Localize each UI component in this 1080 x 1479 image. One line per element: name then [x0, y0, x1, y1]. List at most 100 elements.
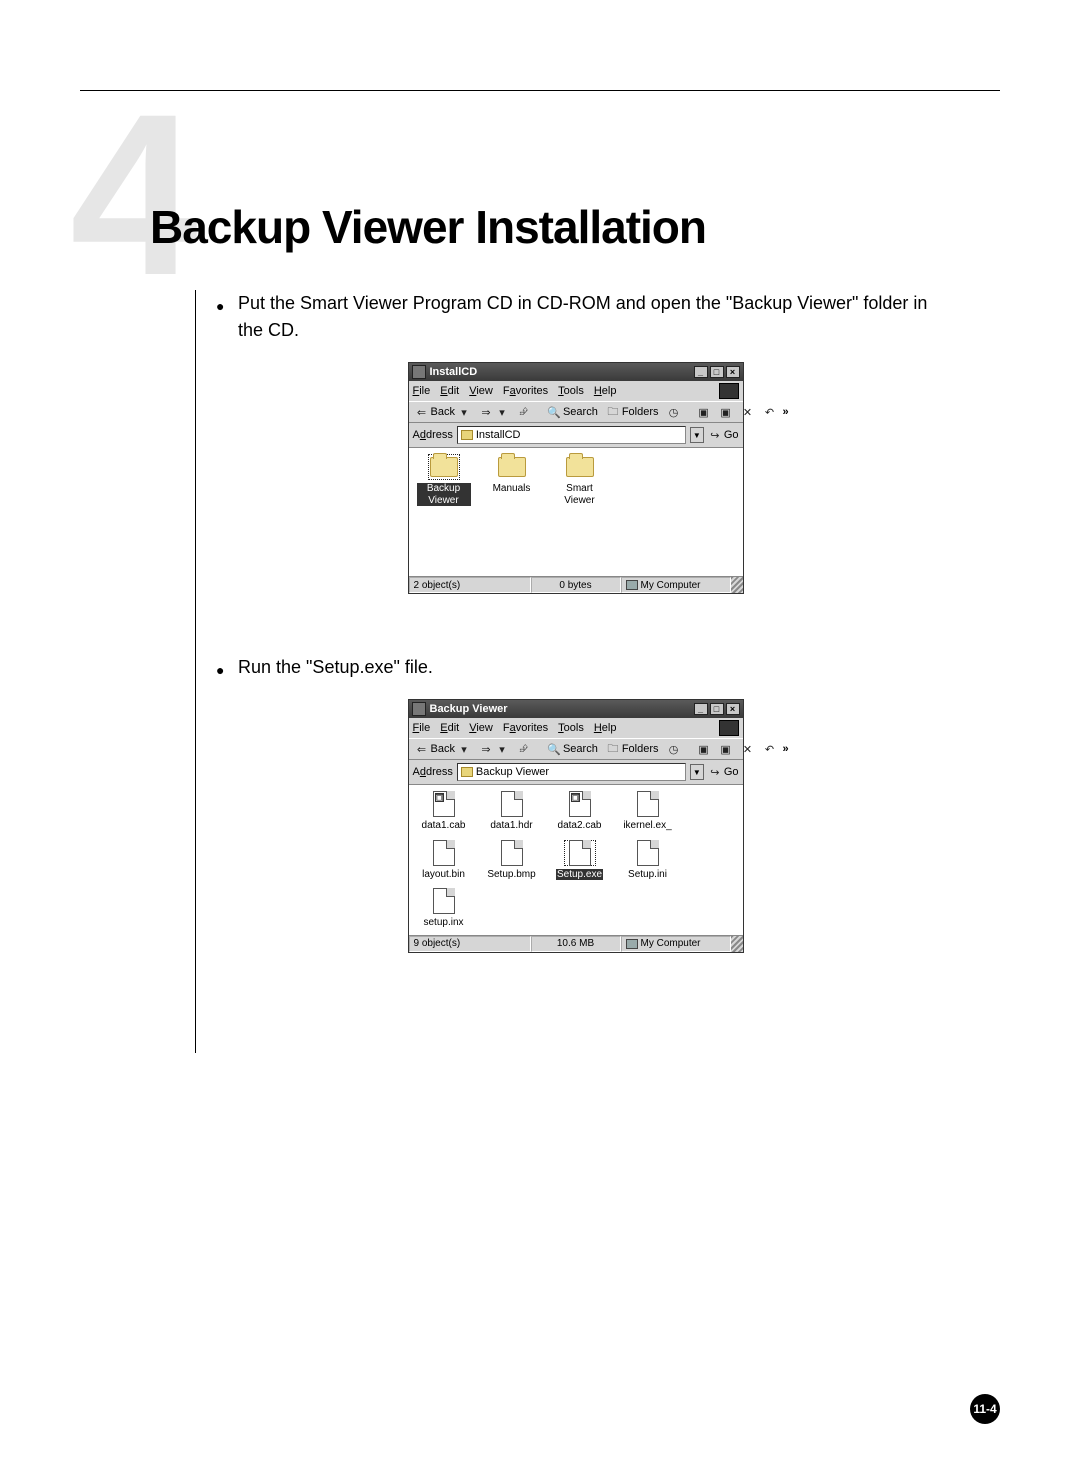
toolbar: ⇐Back▾ ⇒▾ ⮵ 🔍Search 🗀Folders ◷ ▣ ▣ ✕ ↶ » [409, 738, 743, 760]
maximize-button[interactable]: □ [710, 703, 724, 715]
back-arrow-icon: ⇐ [415, 405, 429, 419]
delete-button[interactable]: ✕ [739, 742, 757, 756]
back-button[interactable]: ⇐Back▾ [413, 742, 473, 756]
menu-help[interactable]: Help [594, 385, 617, 397]
forward-arrow-icon: ⇒ [479, 742, 493, 756]
body-column: Put the Smart Viewer Program CD in CD-RO… [195, 290, 935, 1053]
search-icon: 🔍 [547, 742, 561, 756]
item-label: Setup.ini [628, 869, 667, 881]
bullet-item: Put the Smart Viewer Program CD in CD-RO… [216, 290, 935, 344]
my-computer-icon [626, 939, 638, 949]
menu-view[interactable]: View [469, 385, 493, 397]
chevron-down-icon: ▾ [495, 742, 509, 756]
file-item-data1-hdr[interactable]: data1.hdr [485, 791, 539, 832]
move-to-button[interactable]: ▣ [695, 405, 713, 419]
forward-button[interactable]: ⇒▾ [477, 405, 511, 419]
forward-button[interactable]: ⇒▾ [477, 742, 511, 756]
copy-to-icon: ▣ [719, 405, 733, 419]
menu-view[interactable]: View [469, 722, 493, 734]
address-label: Address [413, 766, 453, 778]
folder-icon [461, 767, 473, 777]
chapter-number-bg: 4 [70, 80, 188, 310]
menu-favorites[interactable]: Favorites [503, 722, 548, 734]
file-item-setup-exe[interactable]: Setup.exe [553, 840, 607, 881]
item-label: Manuals [493, 483, 531, 495]
minimize-button[interactable]: _ [694, 366, 708, 378]
item-label: Setup.exe [556, 869, 603, 881]
file-item-data2-cab[interactable]: ▣ data2.cab [553, 791, 607, 832]
file-item-data1-cab[interactable]: ▣ data1.cab [417, 791, 471, 832]
file-item-ikernel-ex[interactable]: ikernel.ex_ [621, 791, 675, 832]
file-item-setup-ini[interactable]: Setup.ini [621, 840, 675, 881]
menu-file[interactable]: File [413, 722, 431, 734]
back-button[interactable]: ⇐Back▾ [413, 405, 473, 419]
toolbar-overflow-button[interactable]: » [783, 406, 789, 418]
folders-icon: 🗀 [606, 405, 620, 419]
search-icon: 🔍 [547, 405, 561, 419]
menu-help[interactable]: Help [594, 722, 617, 734]
window-title: Backup Viewer [430, 703, 692, 715]
title-bar: Backup Viewer _ □ × [409, 700, 743, 718]
folder-item-smart-viewer[interactable]: Smart Viewer [553, 454, 607, 506]
search-button[interactable]: 🔍Search [545, 742, 600, 756]
maximize-button[interactable]: □ [710, 366, 724, 378]
menu-file[interactable]: FFileile [413, 385, 431, 397]
search-button[interactable]: 🔍Search [545, 405, 600, 419]
folder-icon [498, 457, 526, 477]
history-button[interactable]: ◷ [665, 405, 683, 419]
folder-icon [430, 457, 458, 477]
window-title-icon [412, 365, 426, 379]
close-button[interactable]: × [726, 366, 740, 378]
history-button[interactable]: ◷ [665, 742, 683, 756]
status-size: 0 bytes [531, 577, 621, 593]
go-button[interactable]: ↪Go [708, 765, 739, 779]
chevron-down-icon: ▾ [457, 405, 471, 419]
copy-to-button[interactable]: ▣ [717, 405, 735, 419]
item-label: data2.cab [558, 820, 602, 832]
back-arrow-icon: ⇐ [415, 742, 429, 756]
toolbar: ⇐Back▾ ⇒▾ ⮵ 🔍Search 🗀Folders ◷ ▣ ▣ ✕ ↶ » [409, 401, 743, 423]
file-item-setup-bmp[interactable]: Setup.bmp [485, 840, 539, 881]
file-list-area[interactable]: ▣ data1.cab data1.hdr ▣ data2.cab ikerne… [409, 785, 743, 935]
folder-item-manuals[interactable]: Manuals [485, 454, 539, 506]
folder-icon [461, 430, 473, 440]
menu-tools[interactable]: Tools [558, 385, 584, 397]
address-dropdown-button[interactable]: ▼ [690, 427, 704, 443]
menu-favorites[interactable]: Favorites [503, 385, 548, 397]
file-item-setup-inx[interactable]: setup.inx [417, 888, 471, 929]
up-button[interactable]: ⮵ [515, 742, 533, 756]
menu-edit[interactable]: Edit [440, 385, 459, 397]
file-list-area[interactable]: Backup Viewer Manuals Smart Viewer [409, 448, 743, 576]
address-dropdown-button[interactable]: ▼ [690, 764, 704, 780]
move-to-button[interactable]: ▣ [695, 742, 713, 756]
generic-file-icon [433, 888, 455, 914]
undo-button[interactable]: ↶ [761, 742, 779, 756]
undo-button[interactable]: ↶ [761, 405, 779, 419]
menu-tools[interactable]: Tools [558, 722, 584, 734]
forward-arrow-icon: ⇒ [479, 405, 493, 419]
undo-icon: ↶ [763, 742, 777, 756]
folder-item-backup-viewer[interactable]: Backup Viewer [417, 454, 471, 506]
item-label: ikernel.ex_ [623, 820, 671, 832]
status-objects: 2 object(s) [409, 577, 531, 593]
copy-to-button[interactable]: ▣ [717, 742, 735, 756]
address-input[interactable]: Backup Viewer [457, 763, 686, 781]
delete-button[interactable]: ✕ [739, 405, 757, 419]
address-input[interactable]: InstallCD [457, 426, 686, 444]
generic-file-icon [433, 840, 455, 866]
address-value: Backup Viewer [476, 766, 549, 778]
folders-button[interactable]: 🗀Folders [604, 742, 661, 756]
toolbar-overflow-button[interactable]: » [783, 743, 789, 755]
file-item-layout-bin[interactable]: layout.bin [417, 840, 471, 881]
resize-grip-icon[interactable] [731, 936, 743, 952]
folders-button[interactable]: 🗀Folders [604, 405, 661, 419]
minimize-button[interactable]: _ [694, 703, 708, 715]
go-button[interactable]: ↪Go [708, 428, 739, 442]
close-button[interactable]: × [726, 703, 740, 715]
up-button[interactable]: ⮵ [515, 405, 533, 419]
address-value: InstallCD [476, 429, 521, 441]
status-location: My Computer [621, 577, 731, 593]
item-label: Backup Viewer [417, 483, 471, 506]
resize-grip-icon[interactable] [731, 577, 743, 593]
menu-edit[interactable]: Edit [440, 722, 459, 734]
